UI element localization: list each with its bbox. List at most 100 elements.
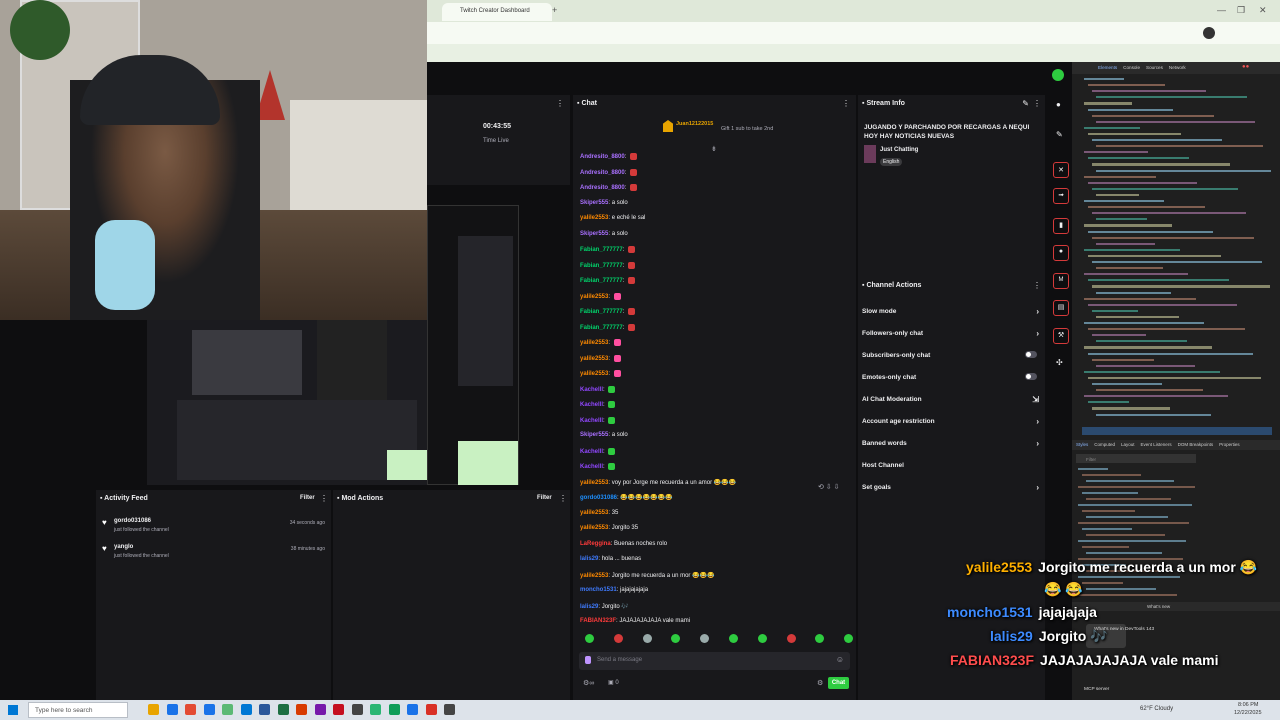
taskbar-app-icon[interactable]: [166, 704, 178, 715]
chat-username[interactable]: Skiper555: [580, 200, 608, 206]
mcp-server-link[interactable]: MCP server: [1084, 687, 1109, 692]
close-icon[interactable]: ✕: [1259, 5, 1267, 16]
taskbar-app-icon[interactable]: [370, 704, 381, 715]
chat-message[interactable]: yalile2553: Jorgito 35: [580, 525, 638, 531]
panel-menu-icon[interactable]: ⋮: [556, 99, 564, 108]
taskbar-app-icon[interactable]: [407, 704, 418, 715]
chat-username[interactable]: Fabian_777777: [580, 325, 623, 331]
chat-message[interactable]: Fabian_777777:: [580, 261, 636, 269]
chat-username[interactable]: Andresito_8800: [580, 170, 625, 176]
mod-actions-filter-button[interactable]: Filter: [537, 495, 552, 501]
profile-icon[interactable]: [1203, 27, 1215, 39]
taskbar-app-icon[interactable]: [388, 704, 400, 715]
toggle-switch[interactable]: [1025, 351, 1037, 358]
channel-actions-menu-icon[interactable]: ⋮: [1033, 281, 1041, 290]
emote-icon[interactable]: [844, 634, 854, 643]
chat-message[interactable]: yalile2553: voy por Jorge me recuerda a …: [580, 479, 736, 486]
mod-action-icon[interactable]: M: [1053, 273, 1069, 289]
bits-icon[interactable]: [585, 656, 591, 664]
emote-icon[interactable]: [757, 634, 767, 643]
pin-action-icon[interactable]: ➟: [1053, 188, 1069, 204]
chat-username[interactable]: Kachelll: [580, 387, 603, 393]
styles-tab[interactable]: Styles: [1076, 442, 1088, 447]
chat-username[interactable]: Andresito_8800: [580, 185, 625, 191]
twitch-status-icon[interactable]: [1052, 69, 1064, 81]
styles-filter-input[interactable]: Filter: [1076, 454, 1196, 463]
chat-message[interactable]: Fabian_777777:: [580, 246, 636, 253]
activity-filter-button[interactable]: Filter: [300, 495, 315, 501]
taskbar-app-icon[interactable]: [425, 704, 437, 715]
collapse-icon[interactable]: ⇟: [711, 145, 717, 153]
chat-message[interactable]: Fabian_777777:: [580, 277, 636, 284]
taskbar-app-icon[interactable]: [259, 704, 270, 715]
chat-username[interactable]: Fabian_777777: [580, 247, 623, 253]
clip-action-icon[interactable]: ▮: [1053, 218, 1069, 234]
activity-item[interactable]: ♥ gordo031086 just followed the channel 34 …: [102, 518, 325, 540]
chat-username[interactable]: Skiper555: [580, 432, 608, 438]
pen-icon[interactable]: ✎: [1056, 130, 1066, 140]
taskbar-app-icon[interactable]: [444, 704, 455, 715]
stream-info-menu-icon[interactable]: ⋮: [1033, 99, 1041, 108]
emote-icon[interactable]: [613, 634, 623, 643]
chat-message[interactable]: Kachelll:: [580, 401, 616, 408]
taskbar-search[interactable]: Type here to search: [28, 702, 128, 718]
chat-message[interactable]: Skiper555: a solo: [580, 200, 628, 206]
styles-tab[interactable]: DOM Breakpoints: [1178, 442, 1214, 447]
chat-settings-icon[interactable]: ⚙: [817, 679, 823, 687]
chat-message[interactable]: Kachelll:: [580, 416, 616, 424]
styles-tab[interactable]: Layout: [1121, 442, 1135, 447]
toggle-switch[interactable]: [1025, 373, 1037, 380]
chat-username[interactable]: yalile2553: [580, 573, 608, 579]
new-tab-icon[interactable]: +: [552, 5, 557, 15]
emote-icon[interactable]: [815, 634, 825, 643]
chat-username[interactable]: yalile2553: [580, 215, 608, 221]
chat-message[interactable]: Kachelll:: [580, 463, 616, 470]
taskbar-app-icon[interactable]: [296, 704, 307, 715]
chat-username[interactable]: Andresito_8800: [580, 154, 625, 160]
styles-tab[interactable]: Computed: [1094, 442, 1115, 447]
chat-menu-icon[interactable]: ⋮: [842, 99, 850, 108]
chat-message[interactable]: LaReggina: Buenas noches rolo: [580, 541, 667, 547]
channel-action-item[interactable]: Slow mode ›: [862, 307, 1041, 316]
marker-action-icon[interactable]: ●: [1053, 245, 1069, 261]
taskbar-app-icon[interactable]: [277, 704, 289, 715]
activity-item[interactable]: ♥ yanglo just followed the channel 38 minut…: [102, 544, 325, 566]
chat-username[interactable]: yalile2553: [580, 356, 608, 362]
chat-username[interactable]: Skiper555: [580, 231, 608, 237]
chat-message[interactable]: FABIAN323F: JAJAJAJAJAJA vale mami: [580, 618, 690, 624]
chat-message[interactable]: Kachelll:: [580, 385, 616, 393]
chat-username[interactable]: Kachelll: [580, 418, 603, 424]
chat-message[interactable]: yalile2553: Jorgito me recuerda a un mor…: [580, 572, 715, 579]
chat-username[interactable]: yalile2553: [580, 480, 608, 486]
chat-message[interactable]: yalile2553: e eché le sal: [580, 215, 645, 221]
devtools-error-icon[interactable]: ●●: [1242, 64, 1249, 70]
chat-username[interactable]: yalile2553: [580, 340, 608, 346]
devtools-tab[interactable]: Console: [1123, 65, 1140, 70]
chat-username[interactable]: yalile2553: [580, 510, 608, 516]
chat-username[interactable]: LaReggina: [580, 541, 611, 547]
taskbar-app-icon[interactable]: [314, 704, 326, 715]
emote-icon[interactable]: [642, 634, 652, 643]
chat-message[interactable]: Skiper555: a solo: [580, 231, 628, 237]
settings-icon[interactable]: ⚙∞: [583, 679, 594, 687]
address-bar[interactable]: [427, 22, 1280, 44]
chat-username[interactable]: lalis29: [580, 556, 598, 562]
emote-icon[interactable]: [786, 634, 796, 643]
chat-message[interactable]: yalile2553:: [580, 354, 621, 362]
channel-action-item[interactable]: Banned words ›: [862, 439, 1041, 448]
chat-username[interactable]: Fabian_777777: [580, 309, 623, 315]
chat-message[interactable]: Fabian_777777:: [580, 308, 636, 315]
devtools-tab[interactable]: Elements: [1098, 65, 1117, 70]
emote-icon[interactable]: [729, 634, 738, 643]
channel-action-item[interactable]: Account age restriction ›: [862, 417, 1041, 426]
chat-message[interactable]: yalile2553:: [580, 370, 621, 377]
chat-username[interactable]: Fabian_777777: [580, 278, 623, 284]
chat-message[interactable]: Skiper555: a solo: [580, 432, 628, 438]
chat-username[interactable]: yalile2553: [580, 294, 608, 300]
taskbar-app-icon[interactable]: [240, 704, 252, 715]
chat-message[interactable]: gordo031086: 😂😂😂😂😂😂😂: [580, 494, 673, 501]
taskbar-app-icon[interactable]: [203, 704, 215, 715]
chat-username[interactable]: lalis29: [580, 604, 598, 610]
chat-input[interactable]: Send a message ☺: [579, 652, 850, 670]
styles-tab[interactable]: Properties: [1219, 442, 1240, 447]
